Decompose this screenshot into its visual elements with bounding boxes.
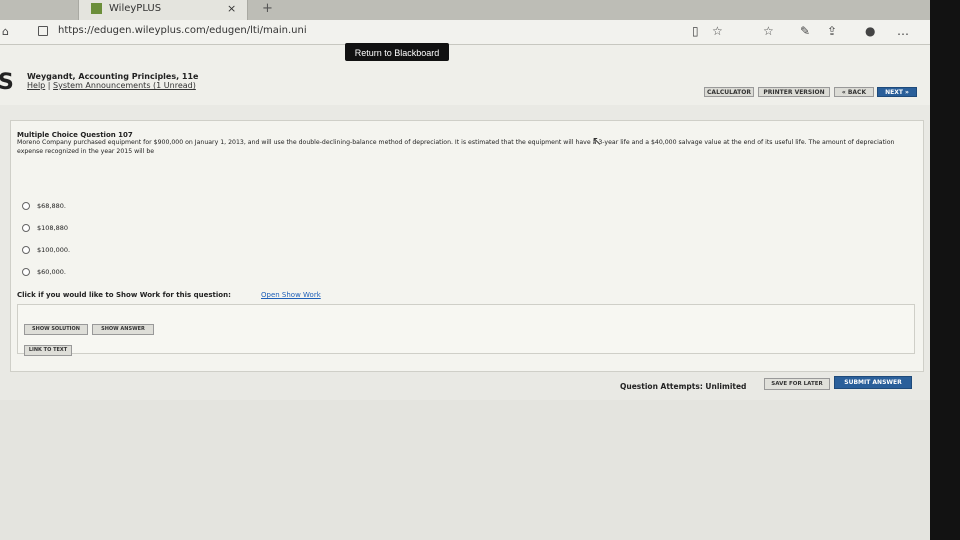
link-to-text-button[interactable]: LINK TO TEXT: [24, 345, 72, 356]
favorites-icon[interactable]: ☆: [763, 24, 774, 38]
screen-bezel: [930, 0, 960, 540]
back-button[interactable]: « BACK: [834, 87, 874, 97]
option-radio-3[interactable]: [22, 246, 30, 254]
favorite-star-icon[interactable]: ☆: [712, 24, 723, 38]
reading-view-icon[interactable]: ▯: [692, 24, 699, 38]
show-solution-button[interactable]: SHOW SOLUTION: [24, 324, 88, 335]
address-bar: ⌂ https://edugen.wileyplus.com/edugen/lt…: [0, 20, 930, 45]
option-label-1: $68,880.: [37, 202, 66, 210]
link-separator: |: [47, 81, 51, 90]
help-link[interactable]: Help: [27, 81, 45, 90]
option-label-3: $100,000.: [37, 246, 71, 254]
calculator-button[interactable]: CALCULATOR: [704, 87, 754, 97]
option-radio-2[interactable]: [22, 224, 30, 232]
browser-tab[interactable]: WileyPLUS ×: [78, 0, 248, 20]
notes-icon[interactable]: ✎: [800, 24, 810, 38]
tab-strip: WileyPLUS × +: [0, 0, 930, 20]
option-radio-4[interactable]: [22, 268, 30, 276]
header-links: Help | System Announcements (1 Unread): [27, 81, 196, 90]
tab-title: WileyPLUS: [109, 3, 162, 14]
return-to-blackboard-button[interactable]: Return to Blackboard: [345, 43, 449, 61]
option-label-2: $108,880: [37, 224, 69, 232]
page-background: [0, 400, 930, 540]
show-answer-button[interactable]: SHOW ANSWER: [92, 324, 154, 335]
new-tab-icon[interactable]: +: [262, 1, 273, 16]
more-icon[interactable]: …: [897, 24, 909, 38]
share-icon[interactable]: ⇪: [827, 24, 837, 38]
submit-answer-button[interactable]: SUBMIT ANSWER: [834, 376, 912, 389]
option-radio-1[interactable]: [22, 202, 30, 210]
open-show-work-link[interactable]: Open Show Work: [261, 291, 321, 299]
wileyplus-favicon-icon: [91, 3, 102, 14]
option-label-4: $60,000.: [37, 268, 66, 276]
save-for-later-button[interactable]: SAVE FOR LATER: [764, 378, 830, 390]
browser-window: WileyPLUS × + ⌂ https://edugen.wileyplus…: [0, 0, 930, 540]
tab-close-icon[interactable]: ×: [227, 2, 236, 15]
question-text: Moreno Company purchased equipment for $…: [17, 139, 895, 155]
lock-icon: [38, 26, 48, 36]
next-button[interactable]: NEXT »: [877, 87, 917, 97]
printer-version-button[interactable]: PRINTER VERSION: [758, 87, 830, 97]
course-title: Weygandt, Accounting Principles, 11e: [27, 72, 199, 81]
wileyplus-logo: S: [0, 70, 15, 95]
question-panel: Multiple Choice Question 107 Moreno Comp…: [10, 120, 924, 372]
system-announcements-link[interactable]: System Announcements (1 Unread): [53, 81, 196, 90]
solution-box: SHOW SOLUTION SHOW ANSWER LINK TO TEXT: [17, 304, 915, 356]
profile-icon[interactable]: ●: [865, 24, 875, 38]
home-icon[interactable]: ⌂: [2, 25, 9, 38]
show-work-prompt: Click if you would like to Show Work for…: [17, 291, 231, 299]
question-attempts: Question Attempts: Unlimited: [620, 382, 747, 391]
mouse-cursor-icon: ↖: [592, 134, 603, 148]
url-field[interactable]: https://edugen.wileyplus.com/edugen/lti/…: [58, 25, 307, 36]
